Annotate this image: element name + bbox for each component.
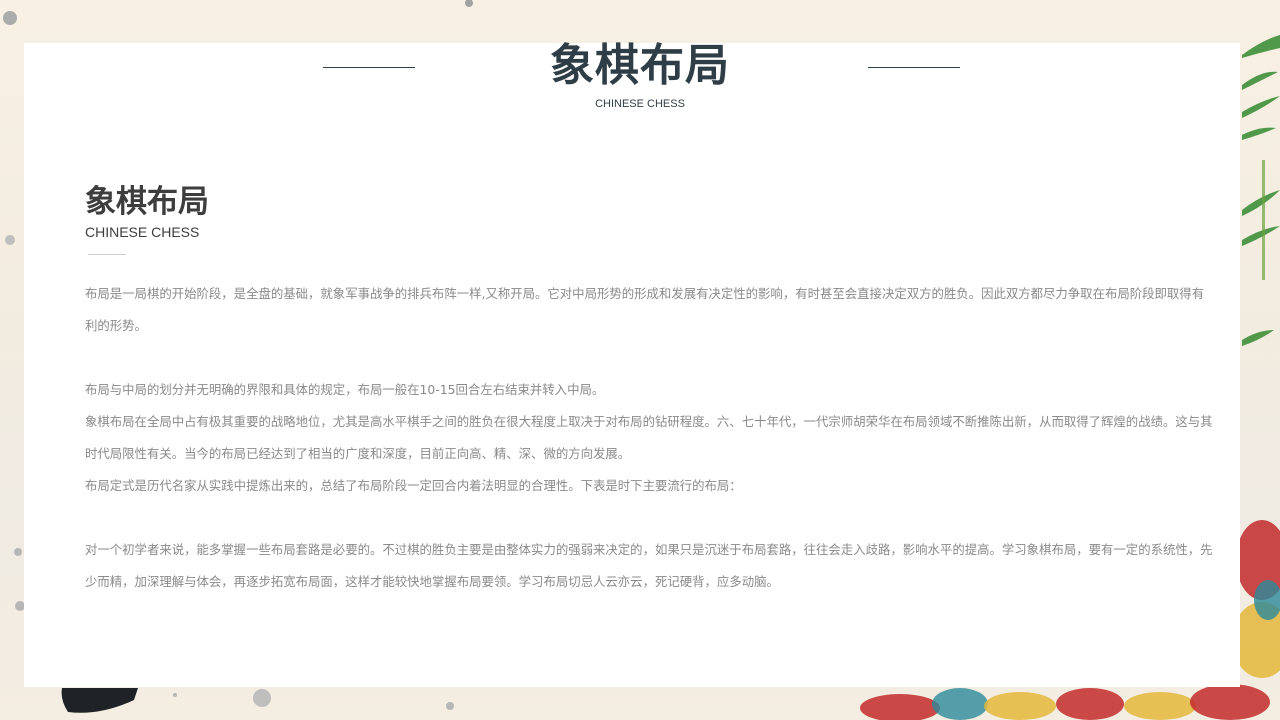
section-subtitle: CHINESE CHESS (85, 224, 200, 240)
paragraph: 象棋布局在全局中占有极其重要的战略地位，尤其是高水平棋手之间的胜负在很大程度上取… (85, 414, 1213, 461)
section-title: 象棋布局 (85, 184, 209, 220)
paragraph: 布局是一局棋的开始阶段，是全盘的基础，就象军事战争的排兵布阵一样,又称开局。它对… (85, 286, 1205, 333)
ink-splatter-icon (14, 548, 22, 556)
page-subtitle: CHINESE CHESS (595, 98, 685, 110)
paragraph: 布局定式是历代名家从实践中提炼出来的，总结了布局阶段一定回合内着法明显的合理性。… (85, 478, 742, 493)
ink-splatter-icon (253, 689, 271, 707)
ink-stone-icon (61, 688, 138, 713)
ink-splatter-icon (465, 0, 473, 7)
ink-splatter-icon (173, 693, 177, 697)
page-title: 象棋布局 (550, 40, 730, 91)
paragraph: 布局与中局的划分并无明确的界限和具体的规定，布局一般在10-15回合左右结束并转… (85, 382, 605, 397)
paragraph: 对一个初学者来说，能多掌握一些布局套路是必要的。不过棋的胜负主要是由整体实力的强… (85, 542, 1213, 589)
ink-splatter-icon (5, 235, 15, 245)
article-body: 布局是一局棋的开始阶段，是全盘的基础，就象军事战争的排兵布阵一样,又称开局。它对… (85, 278, 1215, 598)
ink-splatter-icon (3, 11, 17, 25)
ink-splatter-icon (446, 702, 454, 710)
section-divider (88, 254, 126, 255)
